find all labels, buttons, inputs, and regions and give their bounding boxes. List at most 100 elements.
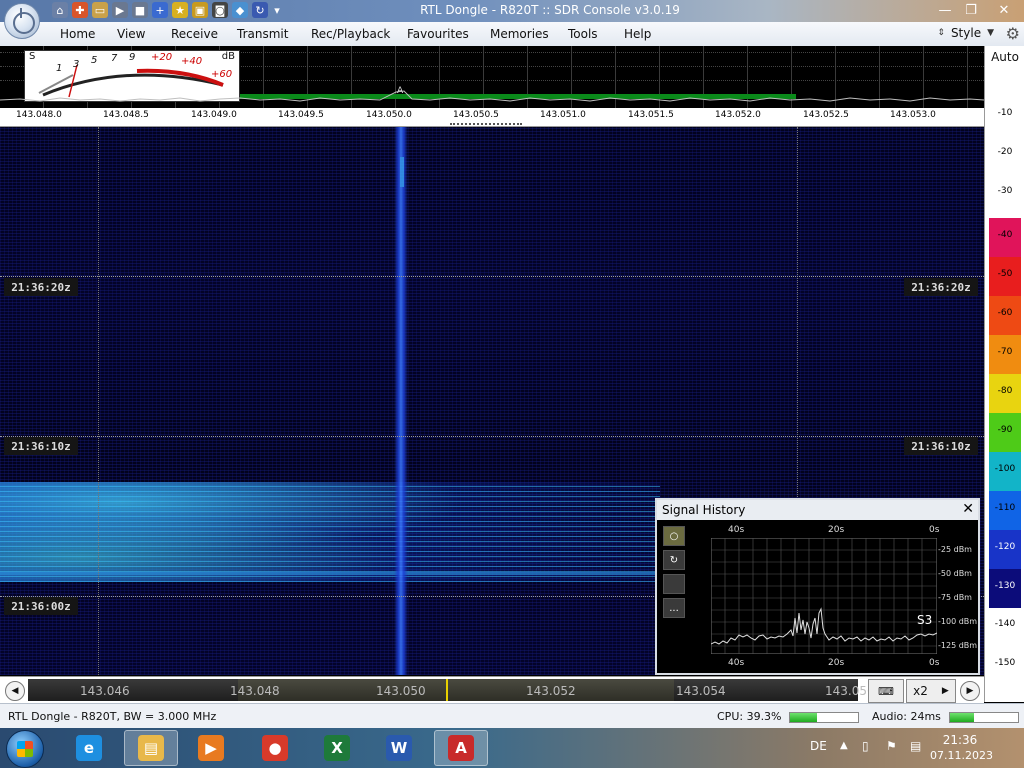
excel-icon: X bbox=[324, 735, 350, 761]
scale-drag-handle[interactable] bbox=[450, 123, 522, 125]
tray-expand-icon[interactable]: ▲ bbox=[840, 740, 848, 751]
spectrum-display[interactable]: S dB 1 3 5 7 9 +20 +40 +60 A bbox=[0, 46, 984, 108]
drop-icon[interactable]: ◆ bbox=[232, 2, 248, 18]
zoom-value: x2 bbox=[913, 684, 928, 698]
signal-history-plot bbox=[711, 538, 937, 654]
style-label: Style bbox=[950, 26, 982, 40]
tuning-strip[interactable]: 143.046 143.048 143.050 143.052 143.054 … bbox=[28, 679, 875, 701]
word-icon: W bbox=[386, 735, 412, 761]
more-button[interactable]: ... bbox=[663, 598, 685, 618]
taskbar-app-file-explorer[interactable]: ▤ bbox=[124, 730, 178, 766]
db-color-swatch: -70 bbox=[989, 335, 1021, 374]
time-label-left: 21:36:10z bbox=[4, 437, 78, 455]
add-icon[interactable]: + bbox=[152, 2, 168, 18]
taskbar-app-excel[interactable]: X bbox=[310, 730, 364, 766]
auto-scale-button[interactable]: Auto bbox=[985, 50, 1024, 64]
taskbar-app-word[interactable]: W bbox=[372, 730, 426, 766]
db-tick: -30 bbox=[997, 186, 1013, 196]
maximize-icon[interactable]: ❐ bbox=[958, 0, 984, 20]
freq-tick: 143.052.5 bbox=[803, 110, 849, 120]
reset-button[interactable]: ↻ bbox=[663, 550, 685, 570]
freq-tick: 143.050.5 bbox=[453, 110, 499, 120]
taskbar-app-internet-explorer[interactable]: e bbox=[62, 730, 116, 766]
tuned-frequency-marker[interactable] bbox=[446, 679, 448, 701]
tab-home[interactable]: Home bbox=[60, 27, 95, 41]
taskbar-app-chrome[interactable]: ● bbox=[248, 730, 302, 766]
clock-time[interactable]: 21:36 bbox=[930, 733, 990, 747]
db-color-swatch: -90 bbox=[989, 413, 1021, 452]
db-tick: -120 bbox=[994, 542, 1016, 552]
stop-icon[interactable]: ■ bbox=[132, 2, 148, 18]
keyboard-icon[interactable]: ⌨ bbox=[868, 679, 904, 703]
flag-tray-icon[interactable]: ⚑ bbox=[886, 739, 897, 753]
language-indicator[interactable]: DE bbox=[810, 739, 827, 753]
internet-explorer-icon: e bbox=[76, 735, 102, 761]
tab-receive[interactable]: Receive bbox=[171, 27, 218, 41]
audio-meter bbox=[949, 712, 1019, 723]
zoom-selector[interactable]: x2 ▶ bbox=[906, 679, 956, 703]
tab-view[interactable]: View bbox=[117, 27, 145, 41]
dbm-axis-label: -125 dBm bbox=[938, 641, 978, 650]
style-selector[interactable]: ⇕ Style ▼ bbox=[937, 26, 994, 40]
tab-transmit[interactable]: Transmit bbox=[237, 27, 288, 41]
lock-icon[interactable]: ▣ bbox=[192, 2, 208, 18]
db-tick: -40 bbox=[997, 230, 1013, 240]
refresh-icon[interactable]: ↻ bbox=[252, 2, 268, 18]
tab-favourites[interactable]: Favourites bbox=[407, 27, 469, 41]
record-toggle-button[interactable]: ○ bbox=[663, 526, 685, 546]
signal-history-title: Signal History bbox=[662, 503, 746, 517]
taskbar-app-sdr-console[interactable]: A bbox=[434, 730, 488, 766]
settings-gear-icon[interactable]: ⚙ bbox=[1006, 24, 1020, 43]
minimize-icon[interactable]: — bbox=[932, 0, 958, 20]
clock-date[interactable]: 07.11.2023 bbox=[930, 749, 993, 762]
network-tray-icon[interactable]: ▤ bbox=[910, 739, 921, 753]
time-axis-label: 40s bbox=[728, 525, 745, 535]
home-icon[interactable]: ⌂ bbox=[52, 2, 68, 18]
tab-rec-playback[interactable]: Rec/Playback bbox=[311, 27, 390, 41]
close-icon[interactable]: ✕ bbox=[962, 501, 974, 517]
device-tray-icon[interactable]: ▯ bbox=[862, 739, 869, 753]
db-scale[interactable]: Auto -10 -20 -30 -40 -50 -60 -70 -80 -90 -100 -… bbox=[984, 46, 1024, 702]
visible-range[interactable] bbox=[238, 679, 674, 701]
qat-dropdown-icon[interactable]: ▾ bbox=[272, 2, 282, 18]
db-color-swatch: -120 bbox=[989, 530, 1021, 569]
freq-tick: 143.050.0 bbox=[366, 110, 412, 120]
scroll-right-icon[interactable]: ▶ bbox=[960, 681, 980, 701]
option-button[interactable] bbox=[663, 574, 685, 594]
signal-burst-line bbox=[0, 572, 660, 575]
folder-icon[interactable]: ▭ bbox=[92, 2, 108, 18]
play-icon[interactable]: ▶ bbox=[112, 2, 128, 18]
help-ring-icon[interactable]: ✚ bbox=[72, 2, 88, 18]
tab-tools[interactable]: Tools bbox=[568, 27, 598, 41]
close-icon[interactable]: ✕ bbox=[984, 0, 1024, 20]
title-bar: ⌂ ✚ ▭ ▶ ■ + ★ ▣ ◙ ◆ ↻ ▾ RTL Dongle - R82… bbox=[0, 0, 1024, 22]
time-grid-line bbox=[0, 276, 984, 277]
window-title: RTL Dongle - R820T :: SDR Console v3.0.1… bbox=[420, 3, 680, 17]
star-icon[interactable]: ★ bbox=[172, 2, 188, 18]
camera-icon[interactable]: ◙ bbox=[212, 2, 228, 18]
signal-history-toolbar: ○ ↻ ... bbox=[663, 526, 685, 622]
carrier-trace bbox=[394, 127, 408, 675]
db-tick: -10 bbox=[997, 108, 1013, 118]
tuning-freq-label: 143.054 bbox=[676, 684, 726, 698]
status-bar: RTL Dongle - R820T, BW = 3.000 MHz CPU: … bbox=[0, 703, 1024, 729]
tab-memories[interactable]: Memories bbox=[490, 27, 549, 41]
cpu-meter-fill bbox=[790, 713, 817, 722]
s-tick: 7 bbox=[111, 53, 118, 64]
tab-help[interactable]: Help bbox=[624, 27, 651, 41]
time-label-right: 21:36:20z bbox=[904, 278, 978, 296]
tuning-bar: ◀ 143.046 143.048 143.050 143.052 143.05… bbox=[0, 676, 984, 704]
scroll-left-icon[interactable]: ◀ bbox=[5, 681, 25, 701]
frequency-scale[interactable]: 143.048.0 143.048.5 143.049.0 143.049.5 … bbox=[0, 108, 984, 127]
s-tick: 5 bbox=[91, 55, 98, 66]
db-color-swatch: -100 bbox=[989, 452, 1021, 491]
tuning-freq-label: 143.048 bbox=[230, 684, 280, 698]
dbm-axis-label: -25 dBm bbox=[938, 545, 972, 554]
taskbar-app-media-player[interactable]: ▶ bbox=[184, 730, 238, 766]
db-tick: +40 bbox=[181, 56, 203, 67]
db-tick: -130 bbox=[994, 581, 1016, 591]
application-menu-button[interactable] bbox=[4, 3, 40, 39]
window-controls: — ❐ ✕ bbox=[932, 0, 1024, 22]
start-button[interactable] bbox=[6, 730, 44, 768]
chevron-down-icon: ▼ bbox=[987, 28, 994, 38]
